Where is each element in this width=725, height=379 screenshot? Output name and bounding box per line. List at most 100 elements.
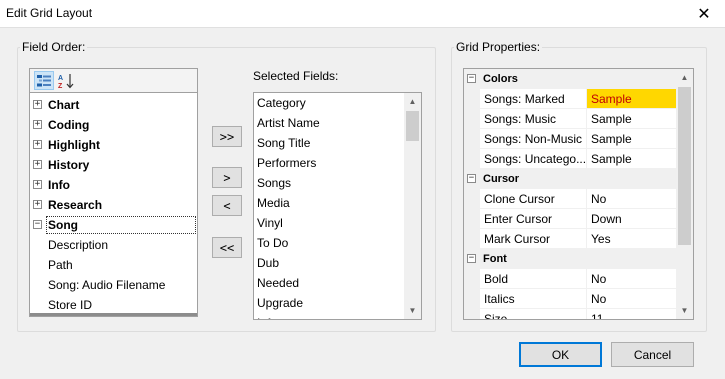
- tree-item-label: Path: [48, 258, 73, 272]
- property-value[interactable]: Yes: [586, 229, 678, 249]
- selected-field-item[interactable]: Songs: [257, 173, 291, 193]
- property-value[interactable]: No: [586, 189, 678, 209]
- property-category-label: Colors: [483, 73, 518, 85]
- scroll-up-icon[interactable]: ▲: [676, 69, 693, 86]
- scroll-thumb[interactable]: [678, 87, 691, 245]
- selected-field-item[interactable]: To Do: [257, 233, 288, 253]
- tree-item-label: Song: [48, 218, 78, 232]
- expand-icon[interactable]: +: [33, 180, 42, 189]
- close-icon[interactable]: ✕: [693, 3, 715, 25]
- selected-field-item[interactable]: Song Title: [257, 133, 310, 153]
- property-value[interactable]: 11: [586, 309, 678, 319]
- ok-button[interactable]: OK: [519, 342, 602, 367]
- selected-fields-label: Selected Fields:: [253, 69, 339, 83]
- field-order-legend: Field Order:: [22, 40, 86, 54]
- property-name: Songs: Non-Music: [480, 129, 586, 149]
- property-value[interactable]: Sample: [586, 89, 678, 109]
- property-name: Songs: Marked: [480, 89, 586, 109]
- property-value[interactable]: Sample: [586, 109, 678, 129]
- selected-field-item[interactable]: Performers: [257, 153, 316, 173]
- collapse-icon[interactable]: −: [467, 74, 476, 83]
- add-all-button[interactable]: >>: [212, 126, 242, 147]
- tree-category-song[interactable]: − Song: [30, 215, 197, 235]
- collapse-icon[interactable]: −: [467, 254, 476, 263]
- property-name: Songs: Uncatego...: [480, 149, 586, 169]
- collapse-icon[interactable]: −: [467, 174, 476, 183]
- sort-az-icon[interactable]: A Z: [56, 71, 76, 90]
- property-row[interactable]: Songs: Non-Music Sample: [464, 129, 678, 149]
- window-title: Edit Grid Layout: [6, 6, 93, 20]
- expand-icon[interactable]: +: [33, 200, 42, 209]
- tree-field-item[interactable]: Description: [30, 235, 197, 255]
- sort-az-letter-z: Z: [58, 83, 63, 89]
- selected-field-item[interactable]: Info: [257, 313, 277, 319]
- tree-category-coding[interactable]: + Coding: [30, 115, 197, 135]
- selected-field-item[interactable]: Needed: [257, 273, 299, 293]
- selected-field-item[interactable]: Vinyl: [257, 213, 283, 233]
- tree-item-label: Highlight: [48, 138, 100, 152]
- tree-category-highlight[interactable]: + Highlight: [30, 135, 197, 155]
- property-value[interactable]: No: [586, 269, 678, 289]
- scroll-down-icon[interactable]: ▼: [676, 302, 693, 319]
- tree-field-item[interactable]: Song: Audio Filename: [30, 275, 197, 295]
- sort-az-letter-a: A: [58, 75, 63, 82]
- property-category-cursor[interactable]: − Cursor: [464, 169, 678, 189]
- property-grid[interactable]: − Colors Songs: Marked Sample Songs: Music Sa…: [463, 68, 694, 320]
- property-value[interactable]: No: [586, 289, 678, 309]
- property-row[interactable]: Songs: Marked Sample: [464, 89, 678, 109]
- property-name: Songs: Music: [480, 109, 586, 129]
- categorized-icon[interactable]: [34, 71, 54, 90]
- scroll-up-icon[interactable]: ▲: [404, 93, 421, 110]
- tree-item-label: Research: [48, 198, 103, 212]
- property-category-label: Font: [483, 253, 507, 265]
- tree-field-item[interactable]: Path: [30, 255, 197, 275]
- selected-field-item[interactable]: Media: [257, 193, 290, 213]
- selected-fields-list[interactable]: ▲ ▼ Category Artist Name Song Title Perform…: [253, 92, 422, 320]
- collapse-icon[interactable]: −: [33, 220, 42, 229]
- tree-item-label: Song: Audio Filename: [48, 278, 166, 292]
- field-tree[interactable]: + Chart + Coding + Highlight + History + Info + Res…: [29, 92, 198, 317]
- property-row[interactable]: Bold No: [464, 269, 678, 289]
- property-name: Size: [480, 309, 586, 319]
- property-row[interactable]: Clone Cursor No: [464, 189, 678, 209]
- property-row[interactable]: Enter Cursor Down: [464, 209, 678, 229]
- selected-field-item[interactable]: Dub: [257, 253, 279, 273]
- scroll-down-icon[interactable]: ▼: [404, 302, 421, 319]
- remove-button[interactable]: <: [212, 195, 242, 216]
- add-button[interactable]: >: [212, 167, 242, 188]
- property-category-font[interactable]: − Font: [464, 249, 678, 269]
- property-row[interactable]: Size 11: [464, 309, 678, 319]
- tree-field-item[interactable]: Store ID: [30, 295, 197, 315]
- property-grid-scrollbar[interactable]: ▲ ▼: [676, 69, 693, 319]
- tree-category-research[interactable]: + Research: [30, 195, 197, 215]
- selected-field-item[interactable]: Artist Name: [257, 113, 320, 133]
- property-value[interactable]: Sample: [586, 129, 678, 149]
- property-value[interactable]: Down: [586, 209, 678, 229]
- property-name: Italics: [480, 289, 586, 309]
- selected-field-item[interactable]: Upgrade: [257, 293, 303, 313]
- property-value[interactable]: Sample: [586, 149, 678, 169]
- expand-icon[interactable]: +: [33, 120, 42, 129]
- property-row[interactable]: Italics No: [464, 289, 678, 309]
- tree-item-label: Chart: [48, 98, 80, 112]
- property-name: Mark Cursor: [480, 229, 586, 249]
- grid-properties-legend: Grid Properties:: [456, 40, 541, 54]
- cancel-button[interactable]: Cancel: [611, 342, 694, 367]
- expand-icon[interactable]: +: [33, 140, 42, 149]
- tree-category-chart[interactable]: + Chart: [30, 95, 197, 115]
- expand-icon[interactable]: +: [33, 100, 42, 109]
- selected-field-item[interactable]: Category: [257, 93, 306, 113]
- tree-category-history[interactable]: + History: [30, 155, 197, 175]
- tree-category-info[interactable]: + Info: [30, 175, 197, 195]
- property-category-colors[interactable]: − Colors: [464, 69, 678, 89]
- remove-all-button[interactable]: <<: [212, 237, 242, 258]
- property-row[interactable]: Songs: Music Sample: [464, 109, 678, 129]
- expand-icon[interactable]: +: [33, 160, 42, 169]
- tree-item-label: Coding: [48, 118, 90, 132]
- property-row[interactable]: Mark Cursor Yes: [464, 229, 678, 249]
- property-category-label: Cursor: [483, 173, 520, 185]
- property-row[interactable]: Songs: Uncatego... Sample: [464, 149, 678, 169]
- selected-fields-scrollbar[interactable]: ▲ ▼: [404, 93, 421, 319]
- scroll-thumb[interactable]: [406, 111, 419, 141]
- title-bar: Edit Grid Layout ✕: [0, 0, 725, 28]
